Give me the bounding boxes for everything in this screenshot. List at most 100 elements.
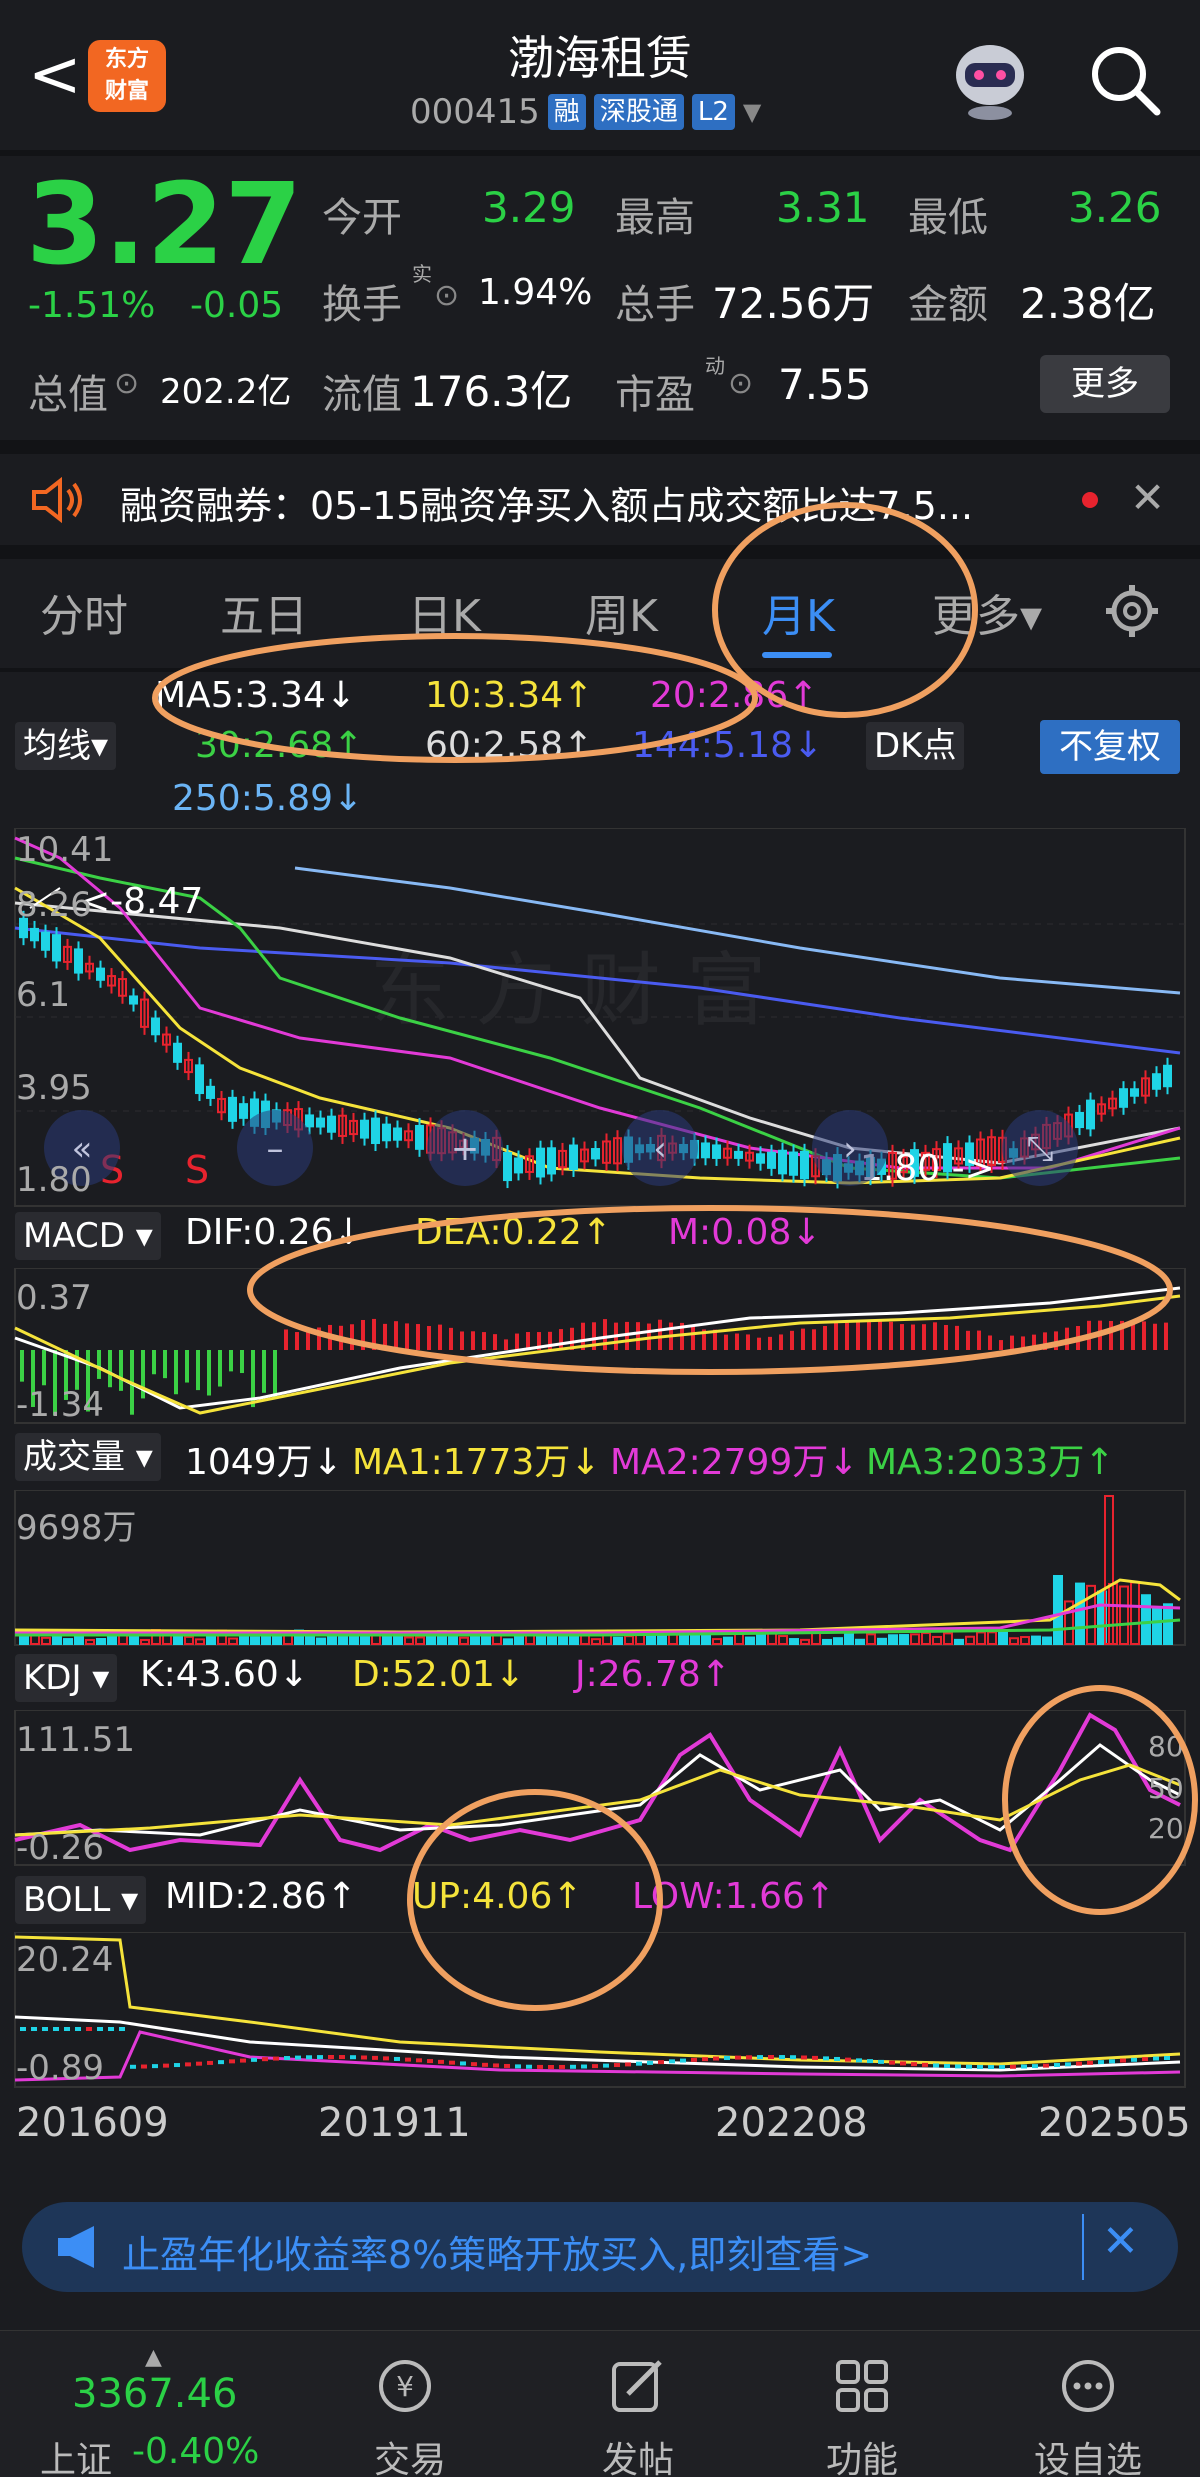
trade-yen-icon[interactable]: ¥ [375,2356,435,2416]
no-adjust-button[interactable]: 不复权 [1040,720,1180,774]
boll-candle [713,2056,719,2061]
volume-bar [976,1631,986,1646]
candle [96,967,105,981]
notice-bar[interactable]: 融资融券：05-15融资净买入额占成交额比达7.5... ✕ [0,455,1200,545]
grid-apps-icon[interactable] [832,2356,892,2416]
boll-candle [262,2057,268,2062]
macd-bar [482,1332,486,1350]
boll-candle [856,2058,862,2063]
boll-candle [460,2061,466,2066]
close-icon[interactable]: ✕ [1102,2216,1139,2267]
boll-candle [768,2055,774,2060]
macd-chart[interactable] [0,1268,1200,1428]
boll-candle [933,2063,939,2068]
robot-assistant-icon[interactable] [945,35,1035,120]
volume-value: 72.56万 [712,279,875,328]
nav-function[interactable]: 功能 [792,2431,932,2477]
boll-candle [163,2063,169,2068]
tab-5day[interactable]: 五日 [220,580,308,644]
candle [734,1150,743,1159]
volume-bar [140,1638,150,1645]
boll-candle [108,2027,114,2031]
boll-candle [42,2027,48,2031]
close-icon[interactable]: ✕ [1130,473,1165,522]
boll-candle [174,2063,180,2068]
more-button[interactable]: 更多 [1040,355,1170,413]
ma-selector[interactable]: 均线▾ [15,722,117,770]
kline-chart[interactable]: 东 方 财 富 <-8.47 1.80 -> S S «–+ ‹›⤡ [0,828,1200,1208]
compose-icon[interactable] [608,2356,668,2416]
tab-timeshare[interactable]: 分时 [40,580,128,644]
y-label: 10.41 [16,830,114,870]
y-label: 111.51 [16,1720,135,1760]
macd-bar [229,1350,233,1372]
nav-add-watchlist[interactable]: 设自选 [1018,2431,1158,2477]
candle [52,934,61,962]
macd-bar [746,1334,750,1350]
boll-candle [20,2027,26,2031]
megaphone-icon [58,2226,94,2268]
tab-monthly-k[interactable]: 月K [762,580,835,644]
stock-subtitle[interactable]: 000415 融 深股通 L2 ▼ [410,92,761,132]
kdj-selector[interactable]: KDJ ▾ [15,1654,118,1702]
candle [382,1123,391,1142]
info-icon[interactable]: ⊙ [434,278,459,313]
candle [228,1096,237,1122]
macd-bar [801,1328,805,1350]
boll-candle [229,2059,235,2064]
boll-candle [801,2055,807,2060]
boll-candle [196,2061,202,2066]
boll-candle [86,2027,92,2031]
macd-bar [1142,1321,1146,1350]
volume-selector[interactable]: 成交量 ▾ [15,1433,161,1481]
nav-post[interactable]: 发帖 [568,2431,708,2477]
macd-bar [1131,1323,1135,1350]
volume-chart[interactable] [0,1490,1200,1650]
header: < 东方 财富 渤海租赁 000415 融 深股通 L2 ▼ [0,0,1200,150]
high-label: 最高 [615,195,695,241]
boll-candle [438,2059,444,2064]
kdj-j: J:26.78↑ [575,1654,731,1695]
search-icon[interactable] [1085,40,1165,120]
boll-chart[interactable] [0,1932,1200,2092]
dk-point-button[interactable]: DK点 [866,722,965,770]
candle [800,1150,809,1180]
macd-dif: DIF:0.26↓ [185,1212,364,1253]
info-icon[interactable]: ⊙ [728,366,753,401]
svg-text:¥: ¥ [396,2370,414,2403]
kdj-chart[interactable] [0,1710,1200,1870]
macd-histogram [20,1318,1168,1416]
more-dots-icon[interactable] [1058,2356,1118,2416]
tab-daily-k[interactable]: 日K [408,580,481,644]
boll-candle [636,2061,642,2066]
gear-icon[interactable] [1104,583,1160,639]
macd-selector[interactable]: MACD ▾ [15,1212,161,1260]
kdj-k: K:43.60↓ [140,1654,309,1695]
macd-bar [273,1350,277,1398]
volume-bar [338,1635,348,1645]
macd-bar [152,1350,156,1375]
tab-more[interactable]: 更多▾ [932,580,1042,644]
volume-bar [272,1636,282,1645]
tab-weekly-k[interactable]: 周K [585,580,658,644]
info-icon[interactable]: ⊙ [114,366,139,401]
volume-bar [250,1636,260,1646]
boll-candle [779,2055,785,2060]
candle [129,995,138,1005]
candle [195,1064,204,1095]
tag-margin: 融 [547,94,586,130]
float-value: 176.3亿 [410,367,573,416]
index-value[interactable]: 3367.46 [72,2371,237,2417]
candle [503,1152,512,1182]
nav-trade[interactable]: 交易 [340,2431,480,2477]
volume-bar [723,1636,733,1646]
y-label: 20.24 [16,1940,114,1980]
boll-selector[interactable]: BOLL ▾ [15,1876,147,1924]
promo-banner[interactable]: 止盈年化收益率8%策略开放买入,即刻查看> ✕ [22,2202,1178,2292]
candle [239,1103,248,1119]
macd-bar [955,1325,959,1350]
y-label: 0.37 [16,1278,92,1318]
macd-bar [42,1350,46,1386]
boll-candle [834,2056,840,2061]
candle [371,1117,380,1145]
